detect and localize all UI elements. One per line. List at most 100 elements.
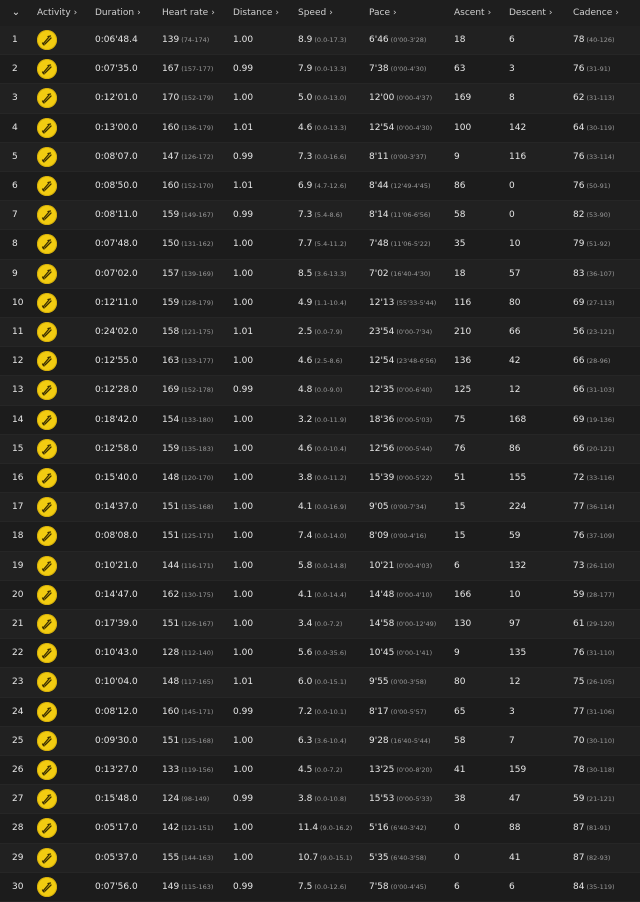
table-row[interactable]: 15 0:12'58.0 159 (135-183) 1.00 4.6 (0.0-10.4)… — [0, 434, 640, 464]
pace-range: (0'00-3'28) — [390, 36, 427, 44]
heart-rate-value: 139 — [162, 35, 180, 45]
cadence-value: 66 — [573, 356, 585, 367]
cadence-value: 87 — [573, 823, 585, 834]
pace-range: (55'33-5'44) — [396, 298, 437, 307]
table-row[interactable]: 30 0:07'56.0 149 (115-163) 0.99 7.5 (0.0-12.6)… — [0, 872, 640, 902]
lap-number-cell: 26 — [12, 756, 23, 784]
lap-number: 13 — [12, 385, 24, 396]
table-row[interactable]: 29 0:05'37.0 155 (144-163) 1.00 10.7 (9.0-15.1… — [0, 843, 640, 873]
duration-value: 0:05'37.0 — [95, 852, 138, 863]
table-row[interactable]: 14 0:18'42.0 154 (133-180) 1.00 3.2 (0.0-11.9)… — [0, 405, 640, 435]
speed-value-cell: 6.0 (0.0-15.1) — [298, 668, 347, 696]
collapse-chevron-icon[interactable]: ⌄ — [7, 4, 25, 22]
descent-value: 132 — [509, 560, 527, 571]
table-row[interactable]: 12 0:12'55.0 163 (133-177) 1.00 4.6 (2.5-8.6) 1… — [0, 347, 640, 377]
duration-value: 0:07'02.0 — [95, 268, 138, 279]
ascent-value-cell: 169 — [454, 84, 471, 112]
speed-value: 5.8 — [298, 560, 313, 571]
cadence-value-cell: 78 (40-126) — [573, 26, 615, 54]
heart-rate-value: 159 — [162, 210, 180, 221]
duration-value: 0:07'56.0 — [95, 881, 138, 892]
table-row[interactable]: 28 0:05'17.0 142 (121-151) 1.00 11.4 (9.0-16.2… — [0, 814, 640, 844]
table-row[interactable]: 5 0:08'07.0 147 (126-172) 0.99 7.3 (0.0-16.6) 8… — [0, 142, 640, 172]
table-row[interactable]: 7 0:08'11.0 159 (149-167) 0.99 7.3 (5.4-8.6) 8'… — [0, 201, 640, 231]
descent-value-cell: 12 — [509, 668, 520, 696]
table-row[interactable]: 27 0:15'48.0 124 (98-149) 0.99 3.8 (0.0-10.8) 1… — [0, 785, 640, 815]
speed-value-cell: 7.7 (5.4-11.2) — [298, 230, 347, 258]
heart-rate-value-cell: 157 (139-169) — [162, 260, 213, 288]
table-row[interactable]: 6 0:08'50.0 160 (152-170) 1.01 6.9 (4.7-12.6) 8… — [0, 172, 640, 202]
speed-value: 3.4 — [298, 619, 313, 629]
lap-number-cell: 18 — [12, 522, 23, 550]
cycling-activity-icon — [37, 701, 57, 722]
duration-value-cell: 0:07'02.0 — [95, 260, 138, 288]
chevron-right-icon: › — [615, 8, 619, 18]
lap-number-cell: 1 — [12, 26, 18, 54]
speed-value: 6.9 — [298, 181, 313, 191]
pace-value: 12'56 — [369, 443, 395, 454]
speed-value-cell: 6.9 (4.7-12.6) — [298, 172, 347, 200]
heart-rate-range: (126-172) — [181, 152, 214, 161]
pace-value: 8'44 — [369, 181, 389, 191]
pace-value: 14'48 — [369, 589, 395, 600]
speed-value: 6.3 — [298, 735, 313, 746]
cadence-value-cell: 69 (27-113) — [573, 289, 615, 317]
chevron-right-icon: › — [548, 8, 553, 18]
table-row[interactable]: 19 0:10'21.0 144 (116-171) 1.00 5.8 (0.0-14.8)… — [0, 551, 640, 581]
column-header-heart-rate[interactable]: Heart rate › — [162, 0, 215, 26]
lap-number: 15 — [12, 443, 24, 454]
table-row[interactable]: 1 0:06'48.4 139 (74-174) 1.00 8.9 (0.0-17.3) 6'… — [0, 26, 640, 56]
table-row[interactable]: 8 0:07'48.0 150 (131-162) 1.00 7.7 (5.4-11.2) 7… — [0, 230, 640, 260]
column-header-ascent[interactable]: Ascent › — [454, 0, 491, 26]
heart-rate-range: (135-168) — [181, 503, 214, 512]
speed-value: 4.5 — [298, 765, 313, 775]
pace-value: 7'02 — [369, 268, 389, 279]
cadence-value: 82 — [573, 210, 585, 221]
table-row[interactable]: 9 0:07'02.0 157 (139-169) 1.00 8.5 (3.6-13.3) 7… — [0, 259, 640, 289]
table-row[interactable]: 26 0:13'27.0 133 (119-156) 1.00 4.5 (0.0-7.2) 1… — [0, 756, 640, 786]
distance-value-cell: 1.00 — [233, 406, 253, 434]
cadence-range: (19-136) — [586, 415, 615, 424]
table-row[interactable]: 25 0:09'30.0 151 (125-168) 1.00 6.3 (3.6-10.4)… — [0, 726, 640, 756]
table-row[interactable]: 4 0:13'00.0 160 (136-179) 1.01 4.6 (0.0-13.3) 1… — [0, 113, 640, 143]
table-row[interactable]: 17 0:14'37.0 151 (135-168) 1.00 4.1 (0.0-16.9)… — [0, 493, 640, 523]
table-row[interactable]: 24 0:08'12.0 160 (145-171) 0.99 7.2 (0.0-10.1)… — [0, 697, 640, 727]
column-header-pace[interactable]: Pace › — [369, 0, 397, 26]
column-header-distance[interactable]: Distance › — [233, 0, 279, 26]
cadence-value-cell: 82 (53-90) — [573, 201, 610, 229]
lap-number: 22 — [12, 648, 24, 659]
table-row[interactable]: 2 0:07'35.0 167 (157-177) 0.99 7.9 (0.0-13.3) 7… — [0, 55, 640, 85]
ascent-value: 58 — [454, 735, 466, 746]
speed-range: (0.0-15.1) — [314, 678, 347, 687]
column-header-cadence[interactable]: Cadence › — [573, 0, 619, 26]
column-header-duration[interactable]: Duration › — [95, 0, 141, 26]
pace-value-cell: 5'16 (6'40-3'42) — [369, 814, 426, 842]
lap-number: 18 — [12, 531, 24, 542]
column-header-speed[interactable]: Speed › — [298, 0, 333, 26]
column-header-descent[interactable]: Descent › — [509, 0, 552, 26]
distance-value: 1.00 — [233, 414, 254, 425]
table-row[interactable]: 22 0:10'43.0 128 (112-140) 1.00 5.6 (0.0-35.6)… — [0, 639, 640, 669]
table-row[interactable]: 16 0:15'40.0 148 (120-170) 1.00 3.8 (0.0-11.2)… — [0, 464, 640, 494]
duration-value-cell: 0:08'11.0 — [95, 201, 138, 229]
table-row[interactable]: 18 0:08'08.0 151 (125-171) 1.00 7.4 (0.0-14.0)… — [0, 522, 640, 552]
lap-number: 2 — [12, 64, 18, 75]
table-row[interactable]: 10 0:12'11.0 159 (128-179) 1.00 4.9 (1.1-10.4)… — [0, 288, 640, 318]
pace-range: (0'00-7'34) — [396, 328, 433, 336]
duration-value-cell: 0:14'37.0 — [95, 493, 138, 521]
lap-number: 4 — [12, 122, 18, 133]
table-row[interactable]: 21 0:17'39.0 151 (126-167) 1.00 3.4 (0.0-7.2) 1… — [0, 610, 640, 640]
lap-number: 12 — [12, 356, 24, 367]
column-label: Distance — [233, 8, 273, 18]
table-row[interactable]: 20 0:14'47.0 162 (130-175) 1.00 4.1 (0.0-14.4)… — [0, 580, 640, 610]
pace-value: 14'58 — [369, 619, 395, 629]
table-row[interactable]: 11 0:24'02.0 158 (121-175) 1.01 2.5 (0.0-7.9) 2… — [0, 318, 640, 348]
table-row[interactable]: 3 0:12'01.0 170 (152-179) 1.00 5.0 (0.0-13.0) 1… — [0, 84, 640, 114]
cycling-activity-icon — [37, 205, 57, 226]
table-row[interactable]: 13 0:12'28.0 169 (152-178) 0.99 4.8 (0.0-9.0) 1… — [0, 376, 640, 406]
column-header-activity[interactable]: Activity › — [37, 0, 77, 26]
table-row[interactable]: 23 0:10'04.0 148 (117-165) 1.01 6.0 (0.0-15.1)… — [0, 668, 640, 698]
ascent-value: 125 — [454, 385, 472, 396]
ascent-value-cell: 0 — [454, 814, 460, 842]
heart-rate-range: (125-171) — [181, 532, 214, 541]
